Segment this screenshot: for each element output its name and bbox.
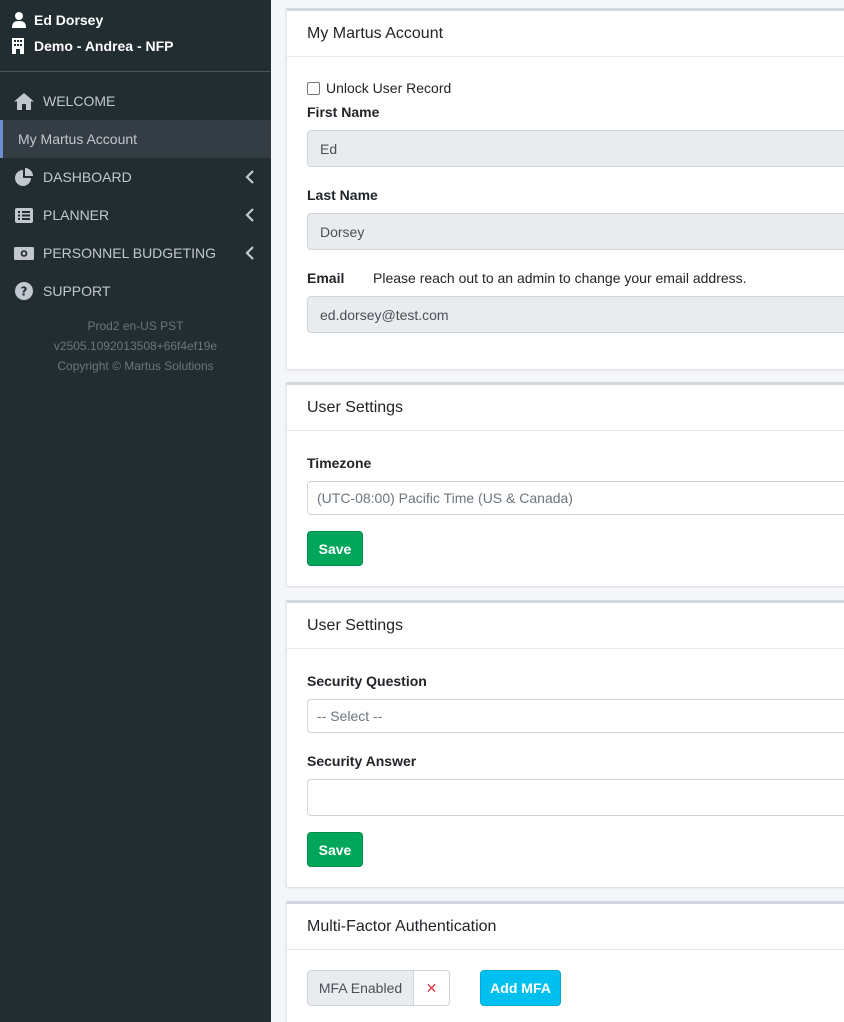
mfa-enabled-badge: MFA Enabled [307, 970, 414, 1006]
sidebar: Ed Dorsey Demo - Andrea - NFP WELCOME My… [0, 0, 271, 1022]
sidebar-item-my-account[interactable]: My Martus Account [0, 120, 271, 158]
unlock-record-label: Unlock User Record [326, 80, 452, 96]
sidebar-item-personnel-budgeting[interactable]: PERSONNEL BUDGETING [0, 234, 271, 272]
timezone-label: Timezone [307, 455, 372, 471]
email-note: Please reach out to an admin to change y… [373, 270, 747, 286]
user-name-row: Ed Dorsey [12, 10, 259, 30]
timezone-settings-card: User Settings Timezone (UTC-08:00) Pacif… [286, 382, 844, 586]
card-title: User Settings [287, 385, 844, 431]
sidebar-item-welcome[interactable]: WELCOME [0, 82, 271, 120]
sidebar-footer: Prod2 en-US PST v2505.1092013508+66f4ef1… [0, 316, 271, 376]
money-icon [14, 244, 34, 262]
user-icon [12, 12, 26, 28]
last-name-field[interactable]: Dorsey [307, 213, 844, 250]
last-name-label: Last Name [307, 187, 378, 203]
sidebar-item-label: My Martus Account [18, 131, 138, 147]
sidebar-nav: WELCOME My Martus Account DASHBOARD PLAN… [0, 72, 271, 310]
save-timezone-button[interactable]: Save [307, 531, 363, 566]
building-icon [12, 38, 26, 54]
chevron-left-icon [245, 208, 255, 222]
sidebar-item-label: WELCOME [43, 93, 116, 109]
mfa-card: Multi-Factor Authentication MFA Enabled … [286, 901, 844, 1022]
organization-row: Demo - Andrea - NFP [12, 36, 259, 56]
close-icon: ✕ [425, 979, 438, 996]
mfa-status-group: MFA Enabled ✕ [307, 970, 450, 1006]
account-card: My Martus Account Unlock User Record Fir… [286, 8, 844, 369]
email-label: Email [307, 270, 345, 286]
save-security-button[interactable]: Save [307, 832, 363, 867]
sidebar-item-planner[interactable]: PLANNER [0, 196, 271, 234]
sidebar-item-label: PERSONNEL BUDGETING [43, 245, 216, 261]
card-title: My Martus Account [287, 11, 844, 57]
version-text: v2505.1092013508+66f4ef19e [53, 339, 218, 353]
card-title: User Settings [287, 603, 844, 649]
unlock-record-checkbox[interactable] [307, 81, 320, 95]
main-content: My Martus Account Unlock User Record Fir… [271, 0, 844, 1022]
add-mfa-button[interactable]: Add MFA [480, 970, 561, 1006]
chevron-left-icon [245, 170, 255, 184]
chevron-left-icon [245, 246, 255, 260]
security-question-select[interactable]: -- Select -- [307, 699, 844, 733]
email-field[interactable]: ed.dorsey@test.com [307, 296, 844, 333]
svg-text:?: ? [21, 285, 28, 299]
sidebar-item-label: DASHBOARD [43, 169, 132, 185]
organization-name: Demo - Andrea - NFP [34, 38, 174, 54]
copyright-text: Copyright © Martus Solutions [57, 359, 214, 373]
list-icon [14, 206, 34, 224]
pie-chart-icon [14, 168, 34, 186]
sidebar-item-dashboard[interactable]: DASHBOARD [0, 158, 271, 196]
question-circle-icon: ? [14, 282, 34, 300]
security-settings-card: User Settings Security Question -- Selec… [286, 600, 844, 887]
security-answer-label: Security Answer [307, 753, 417, 769]
user-block: Ed Dorsey Demo - Andrea - NFP [0, 0, 271, 72]
security-question-label: Security Question [307, 673, 427, 689]
security-answer-input[interactable] [307, 779, 844, 816]
timezone-select[interactable]: (UTC-08:00) Pacific Time (US & Canada) [307, 481, 844, 515]
home-icon [14, 92, 34, 110]
sidebar-item-label: SUPPORT [43, 283, 111, 299]
first-name-label: First Name [307, 104, 380, 120]
environment-text: Prod2 en-US PST [87, 319, 184, 333]
sidebar-item-support[interactable]: ? SUPPORT [0, 272, 271, 310]
remove-mfa-button[interactable]: ✕ [414, 970, 450, 1006]
unlock-record-row: Unlock User Record [307, 80, 451, 96]
user-name: Ed Dorsey [34, 12, 104, 28]
first-name-field[interactable]: Ed [307, 130, 844, 167]
sidebar-item-label: PLANNER [43, 207, 110, 223]
card-title: Multi-Factor Authentication [287, 904, 844, 950]
